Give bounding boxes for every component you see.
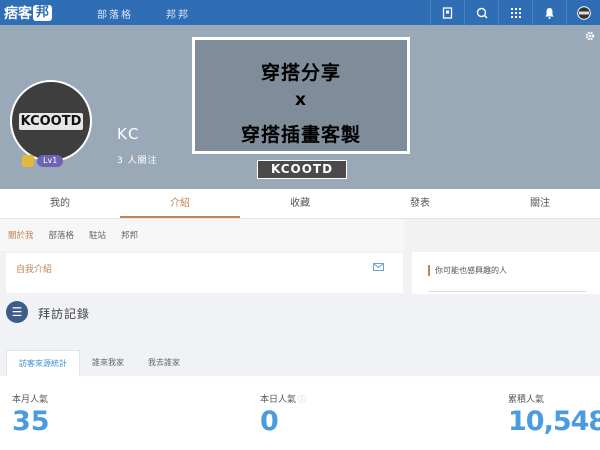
info-icon[interactable]: ⓘ [298,395,306,404]
stats-panel: 本月人氣 35 本日人氣 ⓘ 0 累積人氣 10,548 [0,376,600,450]
poster-x: x [295,90,307,110]
about-section: 自我介紹 [6,253,403,293]
username: KC [117,125,141,143]
nav-blog[interactable]: 部落格 [97,6,133,21]
stat-label-today: 本日人氣 ⓘ [260,392,306,405]
banner-poster: 穿搭分享 x 穿搭插畫客製 [192,37,410,154]
divider [428,291,586,292]
apps-grid-icon[interactable] [498,0,532,25]
tab-who-visited[interactable]: 誰來我家 [80,350,136,376]
nav-bangbang[interactable]: 邦邦 [166,6,190,21]
stat-label-today-text: 本日人氣 [260,395,297,405]
tab-visitor-sources[interactable]: 訪客來源統計 [6,350,80,376]
submenu-blog[interactable]: 部落格 [49,229,75,241]
profile-menu-icon[interactable] [566,0,600,25]
tab-intro[interactable]: 介紹 [120,189,240,218]
visit-tabs: 訪客來源統計 誰來我家 我去誰家 [6,350,192,376]
intro-submenu: 關於我 部落格 駐站 邦邦 [0,219,404,251]
tab-i-visited[interactable]: 我去誰家 [136,350,192,376]
submenu-about[interactable]: 關於我 [8,229,34,241]
gear-icon[interactable] [585,31,595,44]
tab-posts[interactable]: 發表 [360,189,480,218]
tab-following[interactable]: 關注 [480,189,600,218]
stat-value-total: 10,548 [508,406,600,437]
stat-value-today: 0 [260,406,279,437]
level-label: Lv1 [37,154,64,167]
suggested-people-panel: 你可能也感興趣的人 [412,252,600,294]
tab-mine[interactable]: 我的 [0,189,120,218]
poster-subtitle: 穿搭插畫客製 [240,124,361,146]
top-icons [430,0,600,25]
mail-icon[interactable] [373,263,384,274]
poster-title: 穿搭分享 [260,62,341,84]
logo-box: 邦 [33,4,53,21]
tab-favorites[interactable]: 收藏 [240,189,360,218]
bell-icon[interactable] [532,0,566,25]
level-badge[interactable]: Lv1 [22,154,64,167]
bookmark-icon[interactable] [430,0,464,25]
profile-tabs: 我的 介紹 收藏 發表 關注 [0,189,600,219]
submenu-station[interactable]: 駐站 [89,229,106,241]
stat-label-total: 累積人氣 [508,395,545,405]
search-icon[interactable] [464,0,498,25]
menu-icon[interactable]: ☰ [6,301,28,323]
follower-count[interactable]: 3 人關注 [117,153,158,166]
visit-records: ☰ 拜訪記錄 訪客來源統計 誰來我家 我去誰家 本月人氣 35 本日人氣 ⓘ 0 … [0,294,600,450]
poster-tag: KCOOTD [257,160,347,179]
submenu-bangbang[interactable]: 邦邦 [121,229,138,241]
level-medal-icon [22,154,34,167]
logo-text: 痞客 [4,5,32,22]
top-navbar: 痞客 邦 部落格 邦邦 [0,0,600,25]
profile-banner: 穿搭分享 x 穿搭插畫客製 KCOOTD KCOOTD Lv1 KC 3 人關注 [0,25,600,189]
visits-title: 拜訪記錄 [38,307,91,321]
pixnet-logo[interactable]: 痞客 邦 [4,3,53,22]
suggested-title: 你可能也感興趣的人 [428,265,507,276]
stat-value-month: 35 [12,406,50,437]
avatar-text: KCOOTD [18,112,84,130]
avatar[interactable]: KCOOTD [10,80,92,162]
about-title: 自我介紹 [16,265,53,275]
stat-label-month: 本月人氣 [12,395,49,405]
